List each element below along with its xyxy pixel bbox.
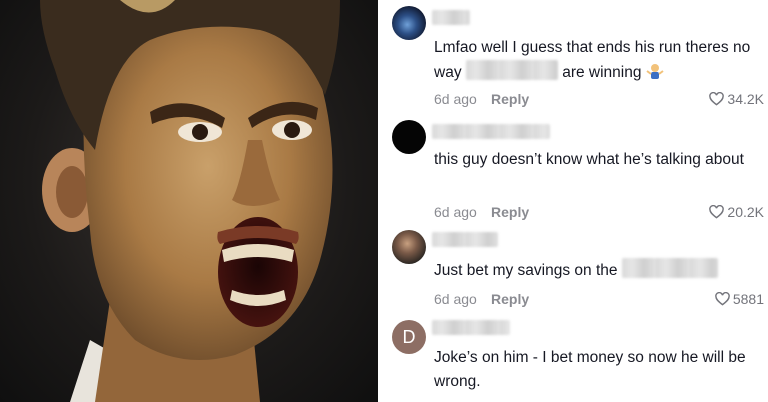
like-button[interactable]: 5881	[715, 291, 764, 307]
commenter-avatar[interactable]	[392, 120, 426, 154]
comments-panel: Lmfao well I guess that ends his run the…	[384, 0, 768, 402]
avatar-initial: D	[402, 326, 416, 347]
comment-text-part: Joke’s on him - I bet money so now he wi…	[434, 349, 746, 390]
heart-icon	[715, 292, 730, 306]
athlete-face-illustration	[40, 0, 340, 402]
reply-button[interactable]: Reply	[491, 204, 529, 220]
comment-meta: 6d ago Reply 5881	[434, 291, 764, 311]
redacted-username	[432, 10, 470, 25]
comment-text: Lmfao well I guess that ends his run the…	[434, 36, 764, 85]
reply-button[interactable]: Reply	[491, 291, 529, 307]
like-button[interactable]: 34.2K	[709, 91, 764, 107]
commenter-avatar[interactable]	[392, 6, 426, 40]
reply-button[interactable]: Reply	[491, 91, 529, 107]
like-button[interactable]: 20.2K	[709, 204, 764, 220]
redacted-text	[465, 60, 558, 80]
comment-text: Joke’s on him - I bet money so now he wi…	[434, 346, 764, 394]
comment-meta: 6d ago Reply 34.2K	[434, 91, 764, 111]
comment-time: 6d ago	[434, 204, 477, 220]
redacted-username	[432, 232, 498, 247]
comment-time: 6d ago	[434, 91, 477, 107]
comment-text-part: Just bet my savings on the	[434, 262, 618, 279]
redacted-username	[432, 320, 510, 335]
heart-icon	[709, 205, 725, 219]
redacted-username	[432, 124, 550, 139]
redacted-text	[621, 258, 718, 278]
comment-text-part: are winning	[562, 64, 642, 81]
heart-icon	[709, 92, 725, 106]
like-count: 34.2K	[727, 91, 764, 107]
shrug-emoji-icon	[646, 64, 664, 79]
commenter-avatar[interactable]: D	[392, 320, 426, 354]
comment-text: Just bet my savings on the	[434, 258, 764, 283]
comment-time: 6d ago	[434, 291, 477, 307]
like-count: 5881	[732, 291, 764, 307]
comment-text-part: this guy doesn’t know what he’s talking …	[434, 151, 744, 168]
like-count: 20.2K	[727, 204, 764, 220]
comment-meta: 6d ago Reply 20.2K	[434, 204, 764, 224]
athlete-photo	[0, 0, 378, 402]
commenter-avatar[interactable]	[392, 230, 426, 264]
comment-text: this guy doesn’t know what he’s talking …	[434, 148, 764, 172]
